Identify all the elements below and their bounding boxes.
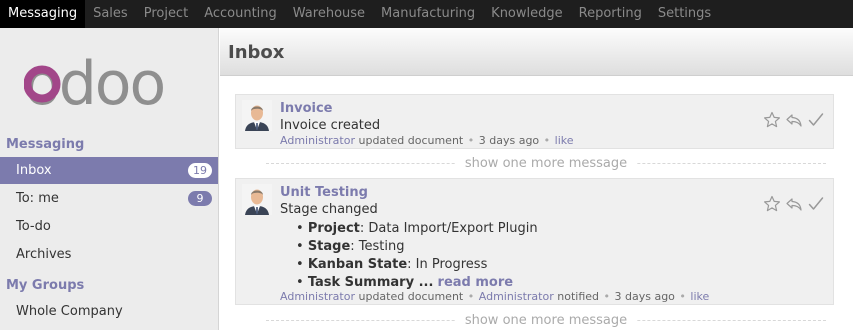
field-value: : Data Import/Export Plugin xyxy=(359,221,538,236)
message-body: Invoice created xyxy=(280,118,381,133)
sidebar-item-to-me[interactable]: To: me 9 xyxy=(0,185,218,212)
meta-action: updated document xyxy=(358,134,464,147)
page-header: Inbox xyxy=(220,28,853,76)
checkmark-icon[interactable] xyxy=(807,111,825,129)
field-value: : In Progress xyxy=(407,257,488,272)
field-value: : Testing xyxy=(350,239,405,254)
page-title: Inbox xyxy=(228,42,285,63)
menu-accounting[interactable]: Accounting xyxy=(196,0,285,28)
meta-separator: • xyxy=(543,134,551,147)
menu-reporting[interactable]: Reporting xyxy=(571,0,650,28)
field-name: Task Summary xyxy=(307,275,415,290)
sidebar-item-whole-company[interactable]: Whole Company xyxy=(0,298,218,325)
inbox-count-badge: 19 xyxy=(188,163,212,178)
tracking-values: • Project: Data Import/Export Plugin • S… xyxy=(296,220,538,292)
author-link[interactable]: Administrator xyxy=(280,290,355,303)
section-my-groups: My Groups xyxy=(6,278,85,293)
message-actions xyxy=(763,195,825,213)
to-me-count-badge: 9 xyxy=(188,191,212,206)
message-card: Unit Testing Stage changed • Project: Da… xyxy=(235,178,834,305)
list-item: • Stage: Testing xyxy=(296,239,405,254)
menu-manufacturing[interactable]: Manufacturing xyxy=(373,0,483,28)
read-more-link[interactable]: read more xyxy=(438,275,514,290)
list-item: • Project: Data Import/Export Plugin xyxy=(296,221,538,236)
sidebar: odoo Messaging Inbox 19 To: me 9 To-do A… xyxy=(0,28,219,330)
menu-sales[interactable]: Sales xyxy=(85,0,136,28)
show-more-label: show one more message xyxy=(454,313,638,328)
sidebar-item-label: Archives xyxy=(16,247,72,262)
star-icon[interactable] xyxy=(763,111,781,129)
reply-icon[interactable] xyxy=(785,195,803,213)
checkmark-icon[interactable] xyxy=(807,195,825,213)
sidebar-item-inbox[interactable]: Inbox 19 xyxy=(0,157,218,184)
odoo-logo[interactable]: odoo xyxy=(24,54,190,110)
sidebar-item-label: Whole Company xyxy=(16,304,123,319)
menu-settings[interactable]: Settings xyxy=(650,0,719,28)
menu-messaging[interactable]: Messaging xyxy=(0,0,86,28)
star-icon[interactable] xyxy=(763,195,781,213)
sidebar-item-archives[interactable]: Archives xyxy=(0,241,218,268)
message-actions xyxy=(763,111,825,129)
menu-warehouse[interactable]: Warehouse xyxy=(285,0,373,28)
meta-separator: • xyxy=(603,290,611,303)
avatar[interactable] xyxy=(242,184,272,215)
list-item: • Kanban State: In Progress xyxy=(296,257,488,272)
sidebar-item-label: Inbox xyxy=(16,163,52,178)
field-name: Stage xyxy=(307,239,351,254)
field-name: Project xyxy=(307,221,360,236)
message-title[interactable]: Invoice xyxy=(280,101,332,116)
notified-user-link[interactable]: Administrator xyxy=(479,290,554,303)
meta-separator: • xyxy=(467,290,475,303)
sidebar-item-label: To-do xyxy=(16,219,51,234)
meta-action: updated document xyxy=(358,290,464,303)
sidebar-item-to-do[interactable]: To-do xyxy=(0,213,218,240)
main-content: Inbox Invoice Invoice created Administra… xyxy=(220,28,853,330)
menu-project[interactable]: Project xyxy=(136,0,196,28)
show-more-label: show one more message xyxy=(454,156,638,171)
menu-knowledge[interactable]: Knowledge xyxy=(483,0,570,28)
message-body: Stage changed xyxy=(280,202,378,217)
meta-separator: • xyxy=(467,134,475,147)
meta-notified-label: notified xyxy=(557,290,599,303)
show-more-link[interactable]: show one more message xyxy=(266,156,826,171)
meta-time: 3 days ago xyxy=(614,290,675,303)
message-title[interactable]: Unit Testing xyxy=(280,185,368,200)
field-name: Kanban State xyxy=(307,257,408,272)
message-meta: Administrator updated document • 3 days … xyxy=(280,134,574,147)
sidebar-item-label: To: me xyxy=(16,191,59,206)
meta-time: 3 days ago xyxy=(478,134,540,147)
message-meta: Administrator updated document • Adminis… xyxy=(280,290,709,303)
message-card: Invoice Invoice created Administrator up… xyxy=(235,94,834,149)
avatar[interactable] xyxy=(242,100,272,131)
like-link[interactable]: like xyxy=(555,134,574,147)
like-link[interactable]: like xyxy=(690,290,709,303)
show-more-link[interactable]: show one more message xyxy=(266,313,826,328)
section-messaging: Messaging xyxy=(6,137,85,152)
author-link[interactable]: Administrator xyxy=(280,134,355,147)
meta-separator: • xyxy=(679,290,686,303)
field-value: ... xyxy=(414,275,434,290)
reply-icon[interactable] xyxy=(785,111,803,129)
top-menu-bar: Messaging Sales Project Accounting Wareh… xyxy=(0,0,853,28)
